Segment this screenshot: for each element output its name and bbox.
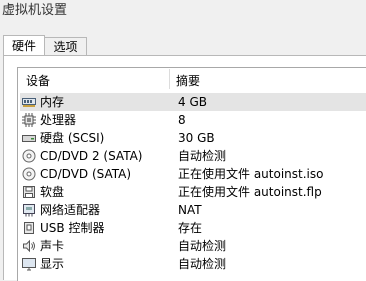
device-summary: 自动检测 bbox=[178, 239, 227, 253]
display-icon bbox=[22, 257, 36, 271]
network-adapter-icon bbox=[22, 203, 36, 217]
device-summary: 自动检测 bbox=[178, 149, 227, 163]
device-row-floppy[interactable]: 软盘 正在使用文件 autoinst.flp bbox=[20, 183, 366, 201]
device-row-memory[interactable]: 内存 4 GB bbox=[20, 93, 366, 111]
device-summary: 自动检测 bbox=[178, 257, 227, 271]
list-header: 设备 摘要 bbox=[18, 68, 366, 90]
device-name: 处理器 bbox=[40, 113, 77, 127]
sound-card-icon bbox=[22, 239, 36, 253]
device-name: USB 控制器 bbox=[40, 221, 105, 235]
device-row-network-adapter[interactable]: 网络适配器 NAT bbox=[20, 201, 366, 219]
device-name: CD/DVD (SATA) bbox=[40, 167, 132, 181]
column-divider[interactable] bbox=[169, 69, 170, 89]
device-name: 网络适配器 bbox=[40, 203, 101, 217]
device-summary: 8 bbox=[178, 113, 186, 127]
device-name: 声卡 bbox=[40, 239, 65, 253]
floppy-icon bbox=[22, 185, 36, 199]
column-header-device[interactable]: 设备 bbox=[26, 72, 50, 89]
device-list: 设备 摘要 内存 4 GB 处理器 8 硬盘 (SCSI) 30 GB CD/D… bbox=[17, 67, 366, 281]
device-summary: 正在使用文件 autoinst.iso bbox=[178, 167, 324, 181]
device-name: 显示 bbox=[40, 257, 65, 271]
cd-dvd-icon bbox=[22, 149, 36, 163]
tab-options[interactable]: 选项 bbox=[45, 37, 87, 56]
device-summary: 4 GB bbox=[178, 95, 207, 109]
device-row-processor[interactable]: 处理器 8 bbox=[20, 111, 366, 129]
device-summary: 存在 bbox=[178, 221, 203, 235]
cd-dvd-icon bbox=[22, 167, 36, 181]
device-row-usb-controller[interactable]: USB 控制器 存在 bbox=[20, 219, 366, 237]
device-row-display[interactable]: 显示 自动检测 bbox=[20, 255, 366, 273]
device-row-hard-disk[interactable]: 硬盘 (SCSI) 30 GB bbox=[20, 129, 366, 147]
device-name: CD/DVD 2 (SATA) bbox=[40, 149, 143, 163]
device-summary: NAT bbox=[178, 203, 202, 217]
device-summary: 30 GB bbox=[178, 131, 215, 145]
hard-disk-icon bbox=[22, 131, 36, 145]
device-row-sound-card[interactable]: 声卡 自动检测 bbox=[20, 237, 366, 255]
device-row-cd-dvd-2[interactable]: CD/DVD 2 (SATA) 自动检测 bbox=[20, 147, 366, 165]
window-title: 虚拟机设置 bbox=[2, 3, 68, 18]
device-name: 硬盘 (SCSI) bbox=[40, 131, 105, 145]
usb-controller-icon bbox=[22, 221, 36, 235]
memory-icon bbox=[22, 95, 36, 109]
device-row-cd-dvd[interactable]: CD/DVD (SATA) 正在使用文件 autoinst.iso bbox=[20, 165, 366, 183]
device-summary: 正在使用文件 autoinst.flp bbox=[178, 185, 322, 199]
tab-hardware[interactable]: 硬件 bbox=[3, 35, 45, 56]
hardware-panel: 设备 摘要 内存 4 GB 处理器 8 硬盘 (SCSI) 30 GB CD/D… bbox=[3, 55, 366, 281]
processor-icon bbox=[22, 113, 36, 127]
device-name: 软盘 bbox=[40, 185, 65, 199]
device-name: 内存 bbox=[40, 95, 65, 109]
column-header-summary[interactable]: 摘要 bbox=[176, 72, 200, 89]
